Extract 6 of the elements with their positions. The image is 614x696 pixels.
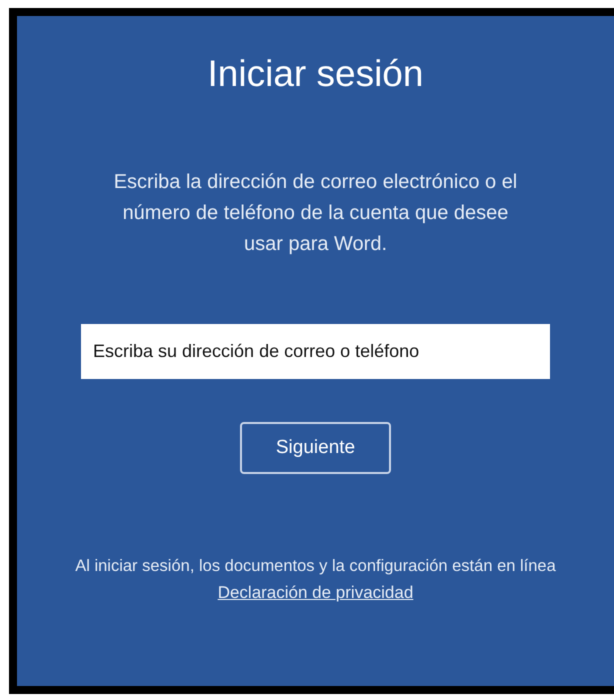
privacy-link[interactable]: Declaración de privacidad bbox=[218, 583, 414, 603]
dialog-title: Iniciar sesión bbox=[208, 52, 424, 96]
next-button[interactable]: Siguiente bbox=[240, 422, 391, 474]
instruction-text: Escriba la dirección de correo electrónico o el número de teléfono de la cuenta que desee usar para Word. bbox=[112, 170, 518, 257]
email-field[interactable]: Escriba su dirección de correo o teléfono bbox=[81, 324, 550, 379]
footer-note: Al iniciar sesión, los documentos y la configuración están en línea bbox=[74, 556, 557, 577]
